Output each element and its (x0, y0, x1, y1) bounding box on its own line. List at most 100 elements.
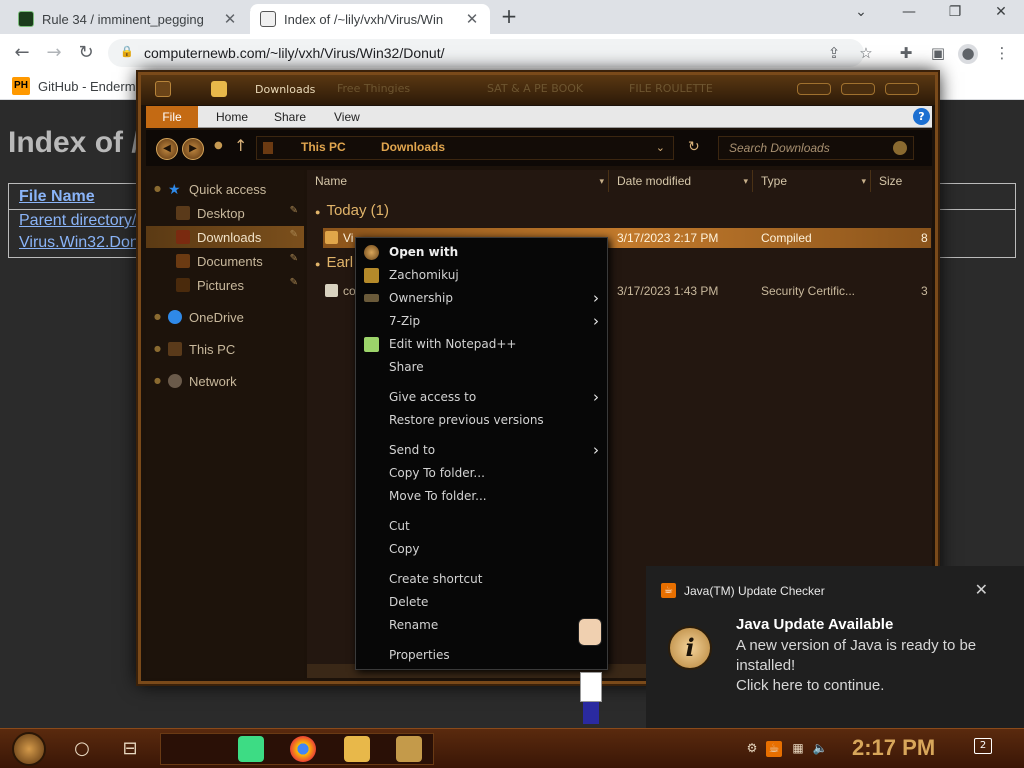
menu-item-properties[interactable]: Properties (356, 645, 609, 667)
file-explorer-icon[interactable] (344, 736, 370, 762)
sort-dropdown-icon[interactable]: ▾ (743, 170, 748, 192)
menu-item-copy-to-folder[interactable]: Copy To folder... (356, 463, 609, 485)
menu-item-share[interactable]: Share (356, 357, 609, 379)
address-dropdown-icon[interactable]: ⌄ (656, 141, 665, 154)
up-arrow-icon[interactable]: ↑ (234, 136, 247, 155)
close-window-button[interactable]: ✕ (978, 4, 1024, 26)
recent-locations-icon[interactable]: ● (214, 140, 223, 151)
java-icon: ☕ (661, 583, 676, 598)
menu-item-move-to-folder[interactable]: Move To folder... (356, 486, 609, 508)
menu-item-restore-versions[interactable]: Restore previous versions (356, 410, 609, 432)
breadcrumb-this-pc[interactable]: This PC (301, 140, 346, 154)
menu-item-cut[interactable]: Cut (356, 516, 609, 538)
navigation-pane: ● ★ Quick access Desktop ✎ Downloads ✎ D… (146, 170, 304, 678)
menu-label: Send to (389, 443, 436, 457)
sort-dropdown-icon[interactable]: ▾ (861, 170, 866, 192)
sort-dropdown-icon[interactable]: ▾ (599, 170, 604, 192)
menu-item-notepad[interactable]: Edit with Notepad++ (356, 334, 609, 356)
menu-kebab-icon[interactable]: ⋮ (992, 44, 1012, 64)
refresh-icon[interactable]: ↻ (688, 139, 700, 155)
back-button[interactable]: ◀ (156, 138, 178, 160)
volume-muted-icon[interactable]: 🔈 (812, 741, 828, 757)
tab-view[interactable]: View (334, 106, 360, 128)
search-circle-icon[interactable]: ○ (70, 737, 94, 761)
notification-center-icon[interactable]: 2 (972, 738, 994, 760)
bookmark-star-icon[interactable]: ☆ (856, 44, 876, 64)
share-icon[interactable]: ⇪ (824, 44, 844, 64)
nav-quick-access[interactable]: ★ Quick access (146, 178, 304, 200)
nav-downloads[interactable]: Downloads ✎ (146, 226, 304, 248)
nav-documents[interactable]: Documents ✎ (146, 250, 304, 272)
toast-close-icon[interactable]: ✕ (975, 580, 988, 599)
taskbar-clock[interactable]: 2:17 PM (852, 735, 935, 761)
new-tab-button[interactable]: + (498, 6, 520, 28)
menu-item-delete[interactable]: Delete (356, 592, 609, 614)
menu-item-copy[interactable]: Copy (356, 539, 609, 561)
menu-item-create-shortcut[interactable]: Create shortcut (356, 569, 609, 591)
reload-icon[interactable]: ↻ (74, 41, 98, 65)
tab-search-chevron-icon[interactable]: ⌄ (838, 4, 884, 26)
menu-item-rename[interactable]: Rename (356, 615, 609, 637)
tab-close-icon[interactable]: ✕ (464, 10, 480, 28)
search-box[interactable]: Search Downloads (718, 136, 914, 160)
photobox-app-icon[interactable] (396, 736, 422, 762)
tab-home[interactable]: Home (216, 106, 248, 128)
tray-gear-icon[interactable]: ⚙ (744, 741, 760, 757)
tray-java-icon[interactable]: ☕ (766, 741, 782, 757)
menu-item-open-with[interactable]: Open with (356, 242, 609, 264)
column-date-modified[interactable]: Date modified ▾ (609, 170, 753, 192)
menu-item-send-to[interactable]: Send to › (356, 440, 609, 462)
breadcrumb-downloads[interactable]: Downloads (381, 140, 445, 154)
menu-label: Delete (389, 595, 429, 609)
menu-item-zachomikuj[interactable]: Zachomikuj (356, 265, 609, 287)
tab-share[interactable]: Share (274, 106, 306, 128)
address-breadcrumb-box[interactable]: This PC Downloads ⌄ (256, 136, 674, 160)
side-panel-icon[interactable]: ▣ (928, 44, 948, 64)
profile-avatar-icon[interactable]: ● (958, 44, 978, 64)
parent-directory-link[interactable]: Parent directory/ (19, 212, 136, 230)
column-type[interactable]: Type ▾ (753, 170, 871, 192)
file-link[interactable]: Virus.Win32.Donut (19, 234, 152, 252)
java-update-toast[interactable]: ☕ Java(TM) Update Checker ✕ i Java Updat… (646, 566, 1024, 728)
url-text[interactable]: computernewb.com/~lily/vxh/Virus/Win32/D… (144, 45, 444, 61)
nav-desktop[interactable]: Desktop ✎ (146, 202, 304, 224)
task-view-icon[interactable]: ⊟ (118, 737, 142, 761)
back-arrow-icon[interactable]: ← (10, 41, 34, 65)
nav-label: Downloads (197, 229, 262, 245)
column-name[interactable]: Name ▾ (307, 170, 609, 192)
toast-body-line2[interactable]: Click here to continue. (736, 676, 1006, 696)
tab-file[interactable]: File (146, 106, 198, 128)
column-size[interactable]: Size (871, 170, 932, 192)
explorer-minimize-button[interactable] (797, 83, 831, 95)
notification-count: 2 (974, 738, 992, 754)
network-status-icon[interactable]: ▦ (790, 741, 806, 757)
group-today[interactable]: ● Today (1) (315, 202, 389, 219)
group-earlier[interactable]: ● Earl (315, 254, 353, 271)
nav-network[interactable]: Network (146, 370, 304, 392)
minimize-button[interactable]: — (886, 4, 932, 26)
menu-item-give-access[interactable]: Give access to › (356, 387, 609, 409)
bookmark-github[interactable]: PH GitHub - Endermo (12, 77, 143, 95)
address-bar[interactable]: 🔒 computernewb.com/~lily/vxh/Virus/Win32… (108, 39, 864, 67)
nav-this-pc[interactable]: This PC (146, 338, 304, 360)
notes-app-icon[interactable] (238, 736, 264, 762)
help-icon[interactable]: ? (913, 108, 930, 125)
ghost-tab-sat: SAT & A PE BOOK (487, 82, 584, 95)
file-name-column-header[interactable]: File Name (19, 188, 95, 206)
nav-pictures[interactable]: Pictures ✎ (146, 274, 304, 296)
tab-close-icon[interactable]: ✕ (222, 10, 238, 28)
forward-arrow-icon[interactable]: → (42, 41, 66, 65)
menu-item-7zip[interactable]: 7-Zip › (356, 311, 609, 333)
chrome-icon[interactable] (290, 736, 316, 762)
extensions-puzzle-icon[interactable]: ✚ (896, 44, 916, 64)
tab-rule34[interactable]: Rule 34 / imminent_pegging ✕ (8, 4, 248, 34)
forward-button[interactable]: ▶ (182, 138, 204, 160)
nav-onedrive[interactable]: OneDrive (146, 306, 304, 328)
search-icon[interactable] (893, 141, 907, 155)
start-button[interactable] (12, 732, 46, 766)
explorer-maximize-button[interactable] (841, 83, 875, 95)
explorer-close-button[interactable] (885, 83, 919, 95)
restore-button[interactable]: ❐ (932, 4, 978, 26)
tab-index-of[interactable]: Index of /~lily/vxh/Virus/Win ✕ (250, 4, 490, 34)
menu-item-ownership[interactable]: Ownership › (356, 288, 609, 310)
